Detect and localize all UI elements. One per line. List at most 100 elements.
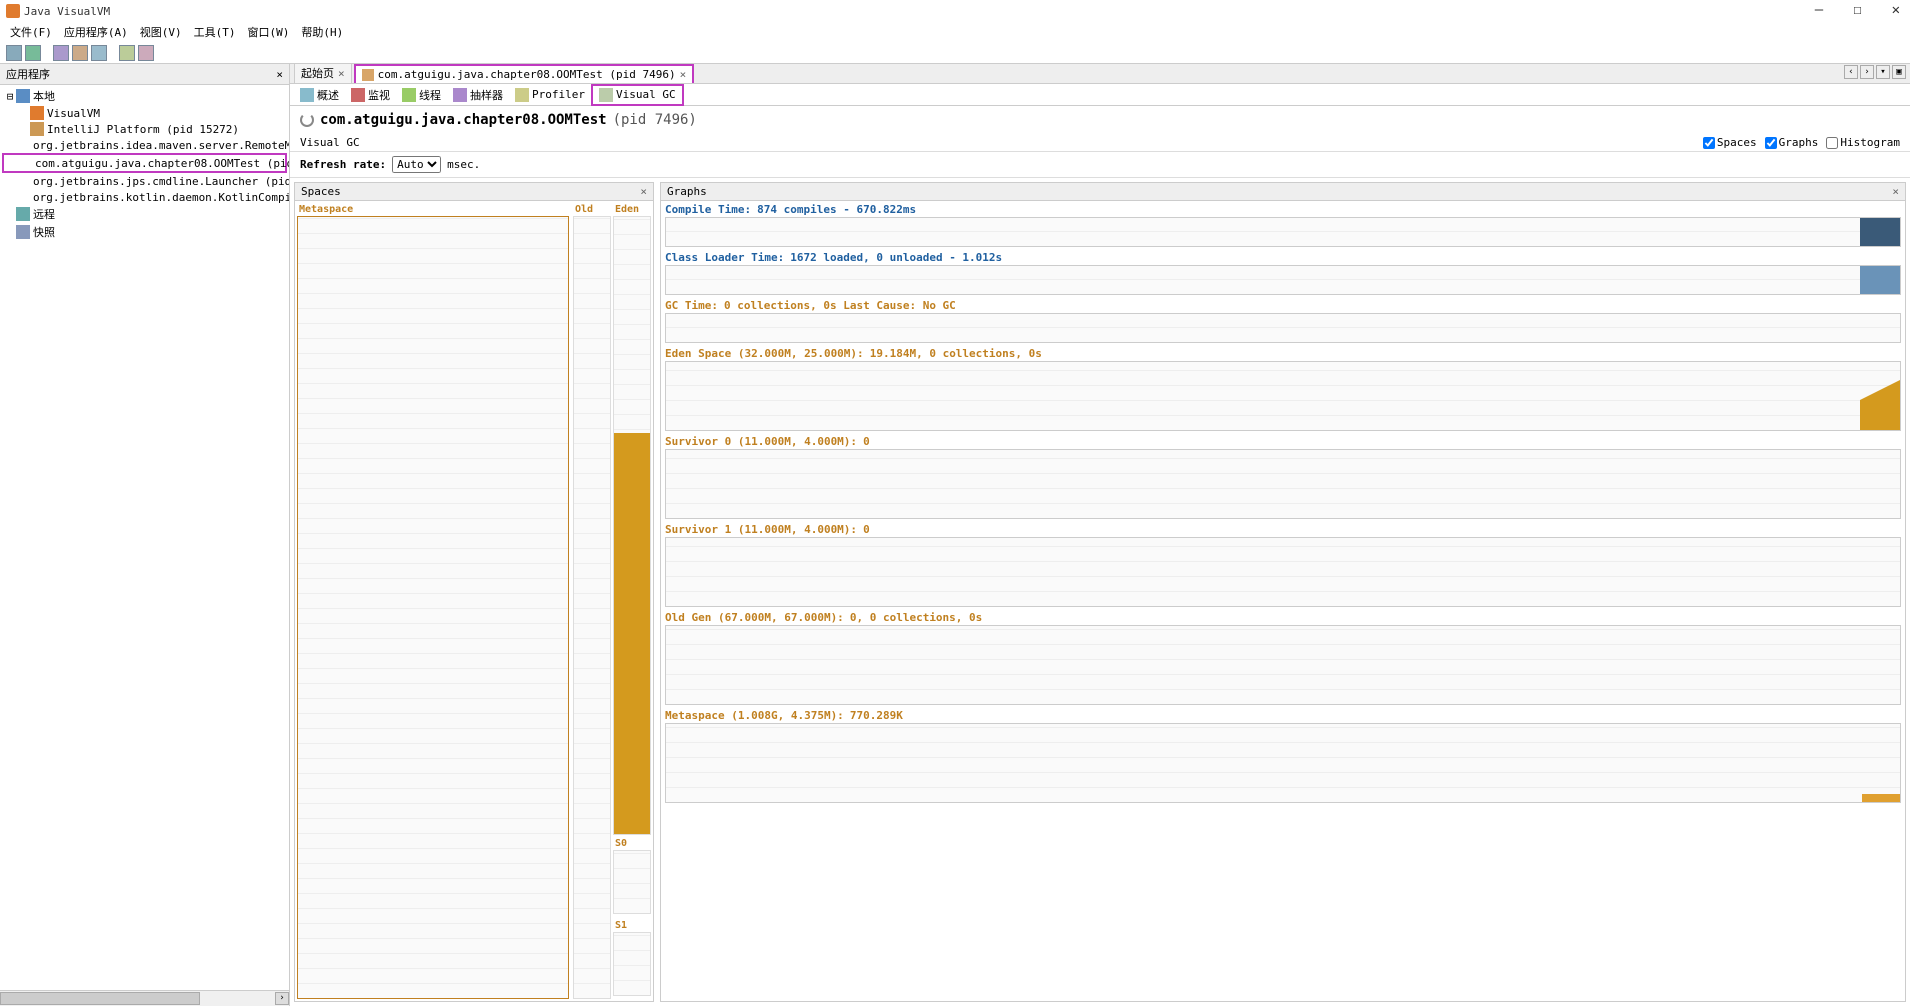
- main-area: 应用程序 × ⊟本地 VisualVM IntelliJ Platform (p…: [0, 64, 1910, 1006]
- toolbar: [0, 42, 1910, 64]
- graph-row: Class Loader Time: 1672 loaded, 0 unload…: [665, 251, 1901, 295]
- editor-tabs: 起始页 × com.atguigu.java.chapter08.OOMTest…: [290, 64, 1910, 84]
- minimize-button[interactable]: —: [1815, 2, 1823, 18]
- graph-row: Old Gen (67.000M, 67.000M): 0, 0 collect…: [665, 611, 1901, 705]
- close-button[interactable]: ✕: [1892, 2, 1900, 18]
- left-tab-label: 应用程序: [6, 66, 50, 82]
- refresh-row: Refresh rate: Auto msec.: [290, 152, 1910, 178]
- subtab-profiler[interactable]: Profiler: [509, 86, 591, 104]
- maximize-button[interactable]: ☐: [1853, 2, 1861, 18]
- subtab-overview[interactable]: 概述: [294, 85, 345, 105]
- tree-node-kotlin[interactable]: org.jetbrains.kotlin.daemon.KotlinCompil…: [2, 189, 287, 205]
- app-title: Java VisualVM: [24, 5, 110, 18]
- subtab-monitor[interactable]: 监视: [345, 85, 396, 105]
- toolbar-icon[interactable]: [119, 45, 135, 61]
- graph-row-chart: [665, 537, 1901, 607]
- network-icon: [16, 207, 30, 221]
- check-histogram[interactable]: Histogram: [1826, 136, 1900, 149]
- check-spaces[interactable]: Spaces: [1703, 136, 1757, 149]
- tree-node-remote[interactable]: 远程: [2, 205, 287, 223]
- menu-help[interactable]: 帮助(H): [297, 23, 347, 41]
- sampler-icon: [453, 88, 467, 102]
- profiler-icon: [515, 88, 529, 102]
- panels-area: Spaces × Metaspace Old Eden S0: [290, 178, 1910, 1006]
- graphs-panel: Graphs × Compile Time: 874 compiles - 67…: [660, 182, 1906, 1002]
- tree-node-intellij[interactable]: IntelliJ Platform (pid 15272): [2, 121, 287, 137]
- graph-row-chart: [665, 217, 1901, 247]
- graph-row: Metaspace (1.008G, 4.375M): 770.289K: [665, 709, 1901, 803]
- page-title: com.atguigu.java.chapter08.OOMTest: [320, 112, 607, 128]
- check-graphs[interactable]: Graphs: [1765, 136, 1819, 149]
- graph-row-title: Class Loader Time: 1672 loaded, 0 unload…: [665, 251, 1901, 264]
- panel-close-icon[interactable]: ×: [640, 185, 647, 198]
- graph-row-chart: [665, 313, 1901, 343]
- overview-icon: [300, 88, 314, 102]
- threads-icon: [402, 88, 416, 102]
- graph-row: GC Time: 0 collections, 0s Last Cause: N…: [665, 299, 1901, 343]
- spaces-header: Spaces ×: [295, 183, 653, 201]
- space-s0: S0: [613, 837, 651, 917]
- refresh-select[interactable]: Auto: [392, 156, 441, 173]
- left-tab-close-icon[interactable]: ×: [276, 68, 283, 81]
- graph-row-chart: [665, 361, 1901, 431]
- toolbar-icon[interactable]: [91, 45, 107, 61]
- graph-row: Compile Time: 874 compiles - 670.822ms: [665, 203, 1901, 247]
- refresh-icon: [300, 113, 314, 127]
- title-bar: Java VisualVM — ☐ ✕: [0, 0, 1910, 22]
- menu-window[interactable]: 窗口(W): [244, 23, 294, 41]
- tab-prev-button[interactable]: ‹: [1844, 65, 1858, 79]
- toolbar-icon[interactable]: [138, 45, 154, 61]
- old-box: [573, 216, 611, 999]
- space-s1: S1: [613, 919, 651, 999]
- tree-node-snapshot[interactable]: 快照: [2, 223, 287, 241]
- right-panel: 起始页 × com.atguigu.java.chapter08.OOMTest…: [290, 64, 1910, 1006]
- visualgc-icon: [599, 88, 613, 102]
- app-icon: [6, 4, 20, 18]
- graph-row-title: Metaspace (1.008G, 4.375M): 770.289K: [665, 709, 1901, 722]
- tree-node-launcher[interactable]: org.jetbrains.jps.cmdline.Launcher (pid …: [2, 173, 287, 189]
- graph-row-title: Eden Space (32.000M, 25.000M): 19.184M, …: [665, 347, 1901, 360]
- tab-list-button[interactable]: ▾: [1876, 65, 1890, 79]
- tree-node-local[interactable]: ⊟本地: [2, 87, 287, 105]
- tree-node-maven[interactable]: org.jetbrains.idea.maven.server.RemoteMa…: [2, 137, 287, 153]
- graphs-header: Graphs ×: [661, 183, 1905, 201]
- graph-row-title: Compile Time: 874 compiles - 670.822ms: [665, 203, 1901, 216]
- monitor-icon: [351, 88, 365, 102]
- tab-max-button[interactable]: ▣: [1892, 65, 1906, 79]
- subtab-sampler[interactable]: 抽样器: [447, 85, 509, 105]
- subtitle: Visual GC: [300, 136, 360, 149]
- graph-row-title: Old Gen (67.000M, 67.000M): 0, 0 collect…: [665, 611, 1901, 624]
- menu-file[interactable]: 文件(F): [6, 23, 56, 41]
- eden-box: [613, 216, 651, 835]
- space-eden: Eden S0 S1: [613, 203, 651, 999]
- space-old: Old: [573, 203, 611, 999]
- graph-row-chart: [665, 625, 1901, 705]
- toolbar-icon[interactable]: [72, 45, 88, 61]
- computer-icon: [16, 89, 30, 103]
- tab-oomtest[interactable]: com.atguigu.java.chapter08.OOMTest (pid …: [354, 64, 695, 83]
- tab-next-button[interactable]: ›: [1860, 65, 1874, 79]
- menu-apps[interactable]: 应用程序(A): [60, 23, 132, 41]
- tab-close-icon[interactable]: ×: [680, 68, 687, 81]
- graphs-body: Compile Time: 874 compiles - 670.822ms Cl…: [661, 201, 1905, 1001]
- toolbar-icon[interactable]: [25, 45, 41, 61]
- tab-start[interactable]: 起始页 ×: [294, 64, 352, 83]
- subtab-visualgc[interactable]: Visual GC: [591, 84, 684, 106]
- subtab-threads[interactable]: 线程: [396, 85, 447, 105]
- subtabs: 概述 监视 线程 抽样器 Profiler Visual GC: [290, 84, 1910, 106]
- toolbar-icon[interactable]: [6, 45, 22, 61]
- left-hscroll[interactable]: ‹›: [0, 990, 289, 1006]
- tree-node-oomtest[interactable]: com.atguigu.java.chapter08.OOMTest (pid …: [2, 153, 287, 173]
- graph-row-title: Survivor 0 (11.000M, 4.000M): 0: [665, 435, 1901, 448]
- tab-close-icon[interactable]: ×: [338, 67, 345, 80]
- toolbar-icon[interactable]: [53, 45, 69, 61]
- metaspace-box: [297, 216, 569, 999]
- graph-row-chart: [665, 449, 1901, 519]
- tree-node-visualvm[interactable]: VisualVM: [2, 105, 287, 121]
- menu-view[interactable]: 视图(V): [136, 23, 186, 41]
- eden-fill: [614, 433, 650, 834]
- spaces-panel: Spaces × Metaspace Old Eden S0: [294, 182, 654, 1002]
- spaces-body: Metaspace Old Eden S0 S1: [295, 201, 653, 1001]
- menu-tools[interactable]: 工具(T): [190, 23, 240, 41]
- panel-close-icon[interactable]: ×: [1892, 185, 1899, 198]
